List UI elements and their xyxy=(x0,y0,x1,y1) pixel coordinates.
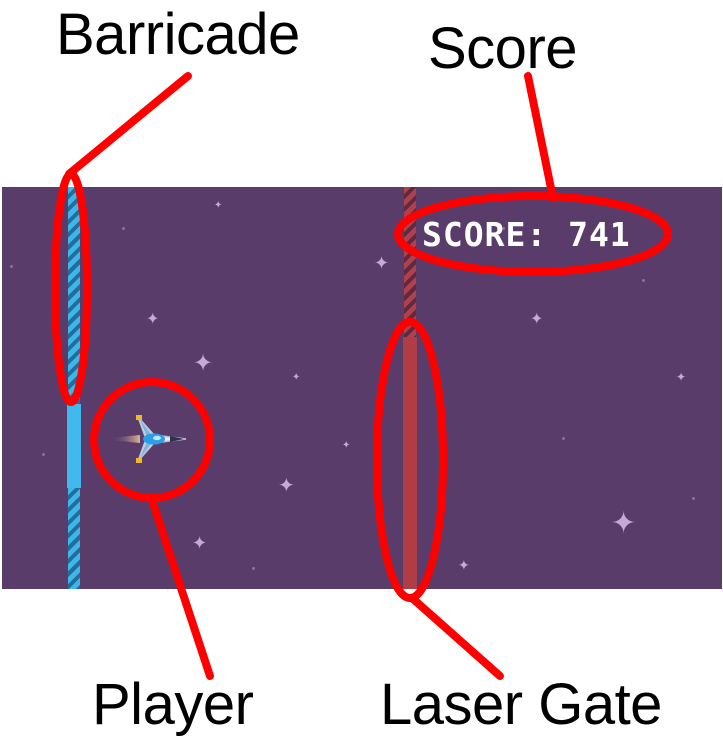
star-icon: ✦ xyxy=(530,309,544,328)
barricade-callout-line xyxy=(65,72,192,178)
score-display: SCORE: 741 xyxy=(422,215,631,254)
star-icon: ✦ xyxy=(292,372,301,383)
score-label: Score xyxy=(428,16,578,81)
star-icon xyxy=(562,437,565,440)
laser-gate-emitter xyxy=(404,187,416,337)
star-icon xyxy=(42,453,45,456)
laser-gate-callout-line xyxy=(408,594,504,680)
player-label: Player xyxy=(92,672,254,737)
star-icon: ✦ xyxy=(193,349,214,377)
barricade-segment xyxy=(68,488,80,589)
star-icon: ✦ xyxy=(146,309,160,328)
barricade-segment xyxy=(68,187,80,404)
star-icon: ✦ xyxy=(374,253,390,274)
star-icon: ✦ xyxy=(342,440,351,451)
laser-gate-label: Laser Gate xyxy=(380,672,662,737)
star-icon xyxy=(122,227,125,230)
star-icon: ✦ xyxy=(192,533,208,554)
star-icon: ✦ xyxy=(611,506,637,541)
star-icon: ✦ xyxy=(214,200,223,211)
star-icon xyxy=(642,279,645,282)
star-icon xyxy=(10,265,13,268)
game-field[interactable]: ✦ ✦ ✦ ✦ ✦ ✦ ✦ ✦ ✦ ✦ ✦ ✦ SCORE: 741 xyxy=(2,187,722,589)
barricade-gap xyxy=(67,404,81,488)
barricade-label: Barricade xyxy=(56,2,300,67)
star-icon: ✦ xyxy=(278,473,295,497)
star-icon: ✦ xyxy=(676,370,687,384)
star-icon xyxy=(252,567,255,570)
score-callout-line xyxy=(524,72,557,202)
star-icon xyxy=(692,497,695,500)
player-ship-icon xyxy=(110,415,187,463)
laser-gate xyxy=(403,337,417,589)
star-icon: ✦ xyxy=(458,558,470,574)
